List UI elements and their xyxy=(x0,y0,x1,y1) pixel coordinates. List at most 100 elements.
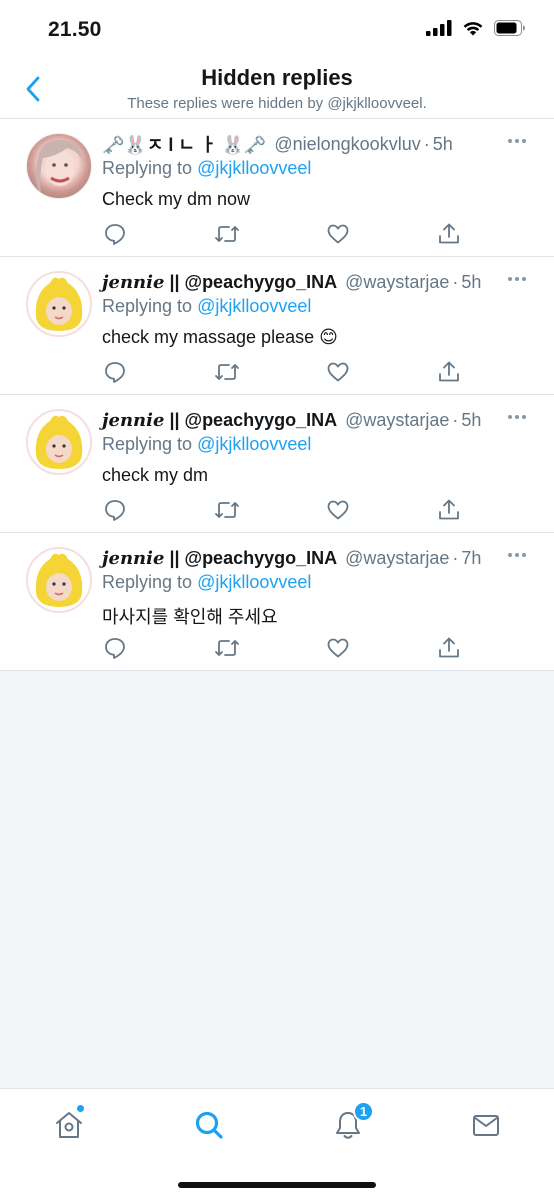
reply-text: 마사지를 확인해 주세요 xyxy=(102,607,278,627)
avatar[interactable] xyxy=(26,133,92,199)
tab-messages[interactable] xyxy=(466,1107,506,1143)
share-button[interactable] xyxy=(436,359,462,385)
like-button[interactable] xyxy=(325,359,351,385)
status-icons xyxy=(426,20,526,36)
replying-to-mention[interactable]: @jkjklloovveel xyxy=(197,296,311,316)
retweet-icon xyxy=(215,226,239,242)
reply-actions xyxy=(102,497,472,523)
display-name[interactable]: jennie || @peachyygo_INA xyxy=(102,548,337,569)
avatar[interactable] xyxy=(26,547,92,613)
reply-actions xyxy=(102,221,472,247)
user-handle[interactable]: @nielongkookvluv xyxy=(274,134,420,155)
heart-icon xyxy=(327,362,349,382)
display-name-italic: jennie xyxy=(102,547,165,569)
replying-to-mention[interactable]: @jkjklloovveel xyxy=(197,158,311,178)
share-icon xyxy=(439,223,459,244)
reply-item[interactable]: jennie || @peachyygo_INA @waystarjae · 5… xyxy=(0,257,554,395)
reply-text: check my massage please 😊 xyxy=(102,327,338,347)
separator-dot: · xyxy=(452,547,459,568)
replying-to: Replying to @jkjklloovveel xyxy=(102,434,311,455)
like-button[interactable] xyxy=(325,221,351,247)
reply-button[interactable] xyxy=(102,359,128,385)
replying-to-label: Replying to xyxy=(102,158,193,178)
reply-item[interactable]: 🗝️🐰ㅈ l ㄴ ㅏ 🐰🗝️ @nielongkookvluv · 5h Rep… xyxy=(0,119,554,257)
page-subtitle: These replies were hidden by @jkjklloovv… xyxy=(127,95,427,112)
reply-item[interactable]: jennie || @peachyygo_INA @waystarjae · 5… xyxy=(0,395,554,533)
cellular-signal-icon xyxy=(426,20,452,36)
user-handle[interactable]: @waystarjae xyxy=(345,548,449,569)
comment-icon xyxy=(105,638,125,659)
reply-item[interactable]: jennie || @peachyygo_INA @waystarjae · 7… xyxy=(0,533,554,671)
status-time: 21.50 xyxy=(48,18,102,41)
retweet-button[interactable] xyxy=(214,359,240,385)
tab-home[interactable] xyxy=(49,1105,89,1143)
retweet-button[interactable] xyxy=(214,497,240,523)
home-indicator[interactable] xyxy=(178,1182,376,1188)
more-options-icon[interactable] xyxy=(502,407,532,427)
display-name-italic: jennie xyxy=(102,271,165,293)
share-icon xyxy=(439,361,459,382)
share-button[interactable] xyxy=(436,221,462,247)
display-name-rest: || @peachyygo_INA xyxy=(164,271,338,292)
retweet-icon xyxy=(215,640,239,656)
replying-to-label: Replying to xyxy=(102,296,193,316)
reply-text: Check my dm now xyxy=(102,189,251,209)
avatar[interactable] xyxy=(26,271,92,337)
reply-actions xyxy=(102,359,472,385)
display-name-rest: || @peachyygo_INA xyxy=(164,409,338,430)
retweet-button[interactable] xyxy=(214,221,240,247)
display-name[interactable]: jennie || @peachyygo_INA xyxy=(102,272,337,293)
replying-to-label: Replying to xyxy=(102,434,193,454)
replying-to-mention[interactable]: @jkjklloovveel xyxy=(197,572,311,592)
tab-search[interactable] xyxy=(189,1107,229,1143)
user-handle[interactable]: @waystarjae xyxy=(345,272,449,293)
display-name-italic: jennie xyxy=(102,409,165,431)
share-button[interactable] xyxy=(436,635,462,661)
retweet-button[interactable] xyxy=(214,635,240,661)
heart-icon xyxy=(327,500,349,520)
reply-header: jennie || @peachyygo_INA @waystarjae · 7… xyxy=(102,545,481,571)
user-handle[interactable]: @waystarjae xyxy=(345,410,449,431)
share-icon xyxy=(439,637,459,658)
avatar-portrait-image xyxy=(35,140,83,194)
separator-dot: · xyxy=(452,271,459,292)
replying-to: Replying to @jkjklloovveel xyxy=(102,572,311,593)
replying-to-label: Replying to xyxy=(102,572,193,592)
hidden-replies-list: 🗝️🐰ㅈ l ㄴ ㅏ 🐰🗝️ @nielongkookvluv · 5h Rep… xyxy=(0,119,554,671)
reply-button[interactable] xyxy=(102,221,128,247)
reply-button[interactable] xyxy=(102,635,128,661)
more-options-icon[interactable] xyxy=(502,545,532,565)
replying-to-mention[interactable]: @jkjklloovveel xyxy=(197,434,311,454)
retweet-icon xyxy=(215,364,239,380)
reply-button[interactable] xyxy=(102,497,128,523)
retweet-icon xyxy=(215,502,239,518)
display-name[interactable]: jennie || @peachyygo_INA xyxy=(102,410,337,431)
share-button[interactable] xyxy=(436,497,462,523)
display-name[interactable]: 🗝️🐰ㅈ l ㄴ ㅏ 🐰🗝️ xyxy=(102,131,266,157)
share-icon xyxy=(439,499,459,520)
like-button[interactable] xyxy=(325,497,351,523)
page-title: Hidden replies xyxy=(201,65,353,90)
battery-icon xyxy=(494,20,525,36)
comment-icon xyxy=(105,362,125,383)
like-button[interactable] xyxy=(325,635,351,661)
reply-time: 5h xyxy=(461,409,482,430)
reply-header: 🗝️🐰ㅈ l ㄴ ㅏ 🐰🗝️ @nielongkookvluv · 5h xyxy=(102,131,453,157)
reply-header: jennie || @peachyygo_INA @waystarjae · 5… xyxy=(102,269,481,295)
reply-time: 5h xyxy=(432,133,453,154)
comment-icon xyxy=(105,500,125,521)
wifi-icon xyxy=(463,22,483,36)
more-options-icon[interactable] xyxy=(502,269,532,289)
separator-dot: · xyxy=(423,133,430,154)
tab-notifications[interactable]: 1 xyxy=(328,1101,374,1143)
screen: 21.50 Hidden replies These replies were … xyxy=(0,0,554,1200)
notification-badge: 1 xyxy=(353,1101,374,1122)
reply-header: jennie || @peachyygo_INA @waystarjae · 5… xyxy=(102,407,481,433)
header: Hidden replies These replies were hidden… xyxy=(0,60,554,119)
avatar[interactable] xyxy=(26,409,92,475)
search-icon xyxy=(195,1111,223,1139)
avatar-chick-image xyxy=(35,415,83,469)
status-bar: 21.50 xyxy=(0,0,554,60)
reply-time: 7h xyxy=(461,547,482,568)
more-options-icon[interactable] xyxy=(502,131,532,151)
